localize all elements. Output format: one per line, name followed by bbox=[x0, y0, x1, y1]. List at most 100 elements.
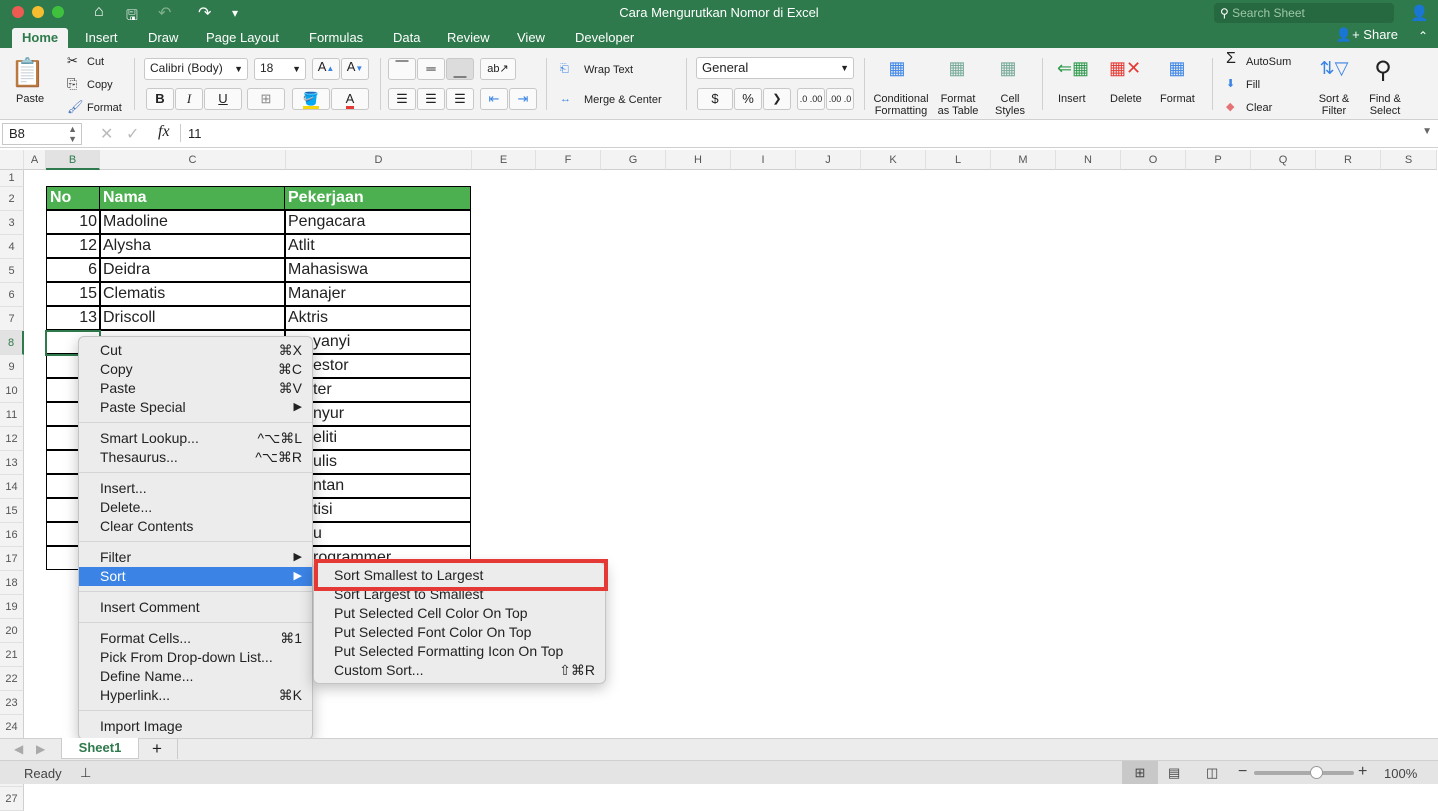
row-header-22[interactable]: 22 bbox=[0, 667, 24, 691]
bold-button[interactable]: B bbox=[146, 88, 174, 110]
row-header-5[interactable]: 5 bbox=[0, 259, 24, 283]
sheet-tab-sheet1[interactable]: Sheet1 bbox=[61, 738, 139, 759]
submenu-item-put-selected-formatting-icon-on-top[interactable]: Put Selected Formatting Icon On Top bbox=[314, 642, 605, 661]
feedback-icon[interactable]: 👤 bbox=[1410, 4, 1429, 22]
select-all-corner[interactable] bbox=[0, 150, 24, 170]
row-header-10[interactable]: 10 bbox=[0, 379, 24, 403]
decrease-font-size-button[interactable]: A▼ bbox=[341, 58, 369, 80]
row-header-16[interactable]: 16 bbox=[0, 523, 24, 547]
delete-cells-icon[interactable]: ▦✕ bbox=[1108, 58, 1142, 90]
format-as-table-button[interactable]: Format as Table bbox=[934, 93, 982, 117]
menu-item-paste[interactable]: Paste ⌘V bbox=[79, 379, 312, 398]
column-header-f[interactable]: F bbox=[536, 150, 601, 170]
share-button[interactable]: 👤+ Share bbox=[1336, 27, 1398, 43]
row-header-18[interactable]: 18 bbox=[0, 571, 24, 595]
insert-cells-button[interactable]: Insert bbox=[1058, 93, 1086, 105]
menu-item-pick-from-drop-down-list[interactable]: Pick From Drop-down List... bbox=[79, 648, 312, 667]
menu-item-format-cells[interactable]: Format Cells... ⌘1 bbox=[79, 629, 312, 648]
table-header-cell[interactable]: No bbox=[46, 186, 101, 210]
table-cell[interactable]: Alysha bbox=[99, 234, 286, 258]
row-header-12[interactable]: 12 bbox=[0, 427, 24, 451]
tab-view[interactable]: View bbox=[517, 28, 545, 48]
table-cell[interactable]: 10 bbox=[46, 210, 101, 234]
expand-formula-icon[interactable]: ▼ bbox=[1422, 126, 1432, 137]
column-header-p[interactable]: P bbox=[1186, 150, 1251, 170]
collapse-ribbon-icon[interactable]: ⌃ bbox=[1418, 29, 1428, 43]
column-header-i[interactable]: I bbox=[731, 150, 796, 170]
row-header-14[interactable]: 14 bbox=[0, 475, 24, 499]
formula-input[interactable]: 11 bbox=[188, 126, 202, 141]
enter-formula-icon[interactable]: ✓ bbox=[126, 124, 139, 144]
format-painter-button[interactable]: Format bbox=[87, 102, 122, 114]
tab-insert[interactable]: Insert bbox=[85, 28, 118, 48]
menu-item-import-image[interactable]: Import Image bbox=[79, 717, 312, 736]
underline-button[interactable]: U bbox=[204, 88, 242, 110]
tab-review[interactable]: Review bbox=[447, 28, 490, 48]
column-header-k[interactable]: K bbox=[861, 150, 926, 170]
menu-item-copy[interactable]: Copy ⌘C bbox=[79, 360, 312, 379]
column-header-g[interactable]: G bbox=[601, 150, 666, 170]
comma-style-button[interactable]: ❯ bbox=[763, 88, 791, 110]
sort-filter-icon[interactable]: ⇅▽ bbox=[1316, 58, 1352, 88]
format-cells-icon[interactable]: ▦ bbox=[1160, 58, 1194, 90]
table-cell[interactable]: Deidra bbox=[99, 258, 286, 282]
menu-item-filter[interactable]: Filter ▶ bbox=[79, 548, 312, 567]
table-cell[interactable]: Aktris bbox=[284, 306, 471, 330]
menu-item-insert-comment[interactable]: Insert Comment bbox=[79, 598, 312, 617]
table-cell[interactable]: 12 bbox=[46, 234, 101, 258]
column-header-l[interactable]: L bbox=[926, 150, 991, 170]
submenu-item-put-selected-font-color-on-top[interactable]: Put Selected Font Color On Top bbox=[314, 623, 605, 642]
scroll-right-icon[interactable]: ▶ bbox=[36, 742, 45, 756]
row-header-7[interactable]: 7 bbox=[0, 307, 24, 331]
sort-filter-button[interactable]: Sort & Filter bbox=[1316, 93, 1352, 117]
row-header-17[interactable]: 17 bbox=[0, 547, 24, 571]
copy-icon[interactable]: ⎘ bbox=[67, 77, 77, 90]
menu-item-cut[interactable]: Cut ⌘X bbox=[79, 341, 312, 360]
row-header-21[interactable]: 21 bbox=[0, 643, 24, 667]
submenu-item-put-selected-cell-color-on-top[interactable]: Put Selected Cell Color On Top bbox=[314, 604, 605, 623]
row-header-2[interactable]: 2 bbox=[0, 187, 24, 211]
autosum-button[interactable]: AutoSum bbox=[1246, 56, 1291, 68]
align-bottom-button[interactable]: ⎽ bbox=[446, 58, 474, 80]
column-header-o[interactable]: O bbox=[1121, 150, 1186, 170]
menu-item-smart-lookup[interactable]: Smart Lookup... ^⌥⌘L bbox=[79, 429, 312, 448]
table-cell[interactable]: Pengacara bbox=[284, 210, 471, 234]
wrap-text-button[interactable]: Wrap Text bbox=[584, 64, 633, 76]
column-header-s[interactable]: S bbox=[1381, 150, 1437, 170]
add-sheet-button[interactable]: + bbox=[152, 739, 162, 759]
submenu-item-custom-sort[interactable]: Custom Sort... ⇧⌘R bbox=[314, 661, 605, 680]
cut-button[interactable]: Cut bbox=[87, 56, 104, 68]
menu-item-hyperlink[interactable]: Hyperlink... ⌘K bbox=[79, 686, 312, 705]
menu-item-define-name[interactable]: Define Name... bbox=[79, 667, 312, 686]
orientation-button[interactable]: ab↗ bbox=[480, 58, 516, 80]
zoom-out-button[interactable]: − bbox=[1238, 763, 1247, 781]
row-header-19[interactable]: 19 bbox=[0, 595, 24, 619]
align-middle-button[interactable]: ═ bbox=[417, 58, 445, 80]
table-cell[interactable]: 15 bbox=[46, 282, 101, 306]
zoom-slider-handle[interactable] bbox=[1310, 766, 1324, 779]
row-header-23[interactable]: 23 bbox=[0, 691, 24, 715]
decrease-indent-button[interactable]: ⇤ bbox=[480, 88, 508, 110]
insert-cells-icon[interactable]: ⇐▦ bbox=[1056, 58, 1090, 90]
row-header-6[interactable]: 6 bbox=[0, 283, 24, 307]
table-cell[interactable]: Driscoll bbox=[99, 306, 286, 330]
fill-button[interactable]: Fill bbox=[1246, 79, 1260, 91]
row-header-8[interactable]: 8 bbox=[0, 331, 24, 355]
column-header-e[interactable]: E bbox=[472, 150, 536, 170]
tab-data[interactable]: Data bbox=[393, 28, 420, 48]
table-cell[interactable]: Manajer bbox=[284, 282, 471, 306]
format-as-table-icon[interactable]: ▦ bbox=[940, 58, 974, 90]
column-header-h[interactable]: H bbox=[666, 150, 731, 170]
tab-developer[interactable]: Developer bbox=[575, 28, 634, 48]
cut-icon[interactable]: ✂ bbox=[67, 54, 78, 67]
page-break-view-button[interactable]: ◫ bbox=[1206, 765, 1218, 781]
tab-draw[interactable]: Draw bbox=[148, 28, 178, 48]
column-header-b[interactable]: B bbox=[46, 150, 100, 170]
column-header-j[interactable]: J bbox=[796, 150, 861, 170]
tab-page-layout[interactable]: Page Layout bbox=[206, 28, 279, 48]
normal-view-button[interactable]: ⊞ bbox=[1122, 761, 1158, 784]
row-header-27[interactable]: 27 bbox=[0, 787, 24, 811]
menu-item-insert[interactable]: Insert... bbox=[79, 479, 312, 498]
row-header-4[interactable]: 4 bbox=[0, 235, 24, 259]
row-header-9[interactable]: 9 bbox=[0, 355, 24, 379]
